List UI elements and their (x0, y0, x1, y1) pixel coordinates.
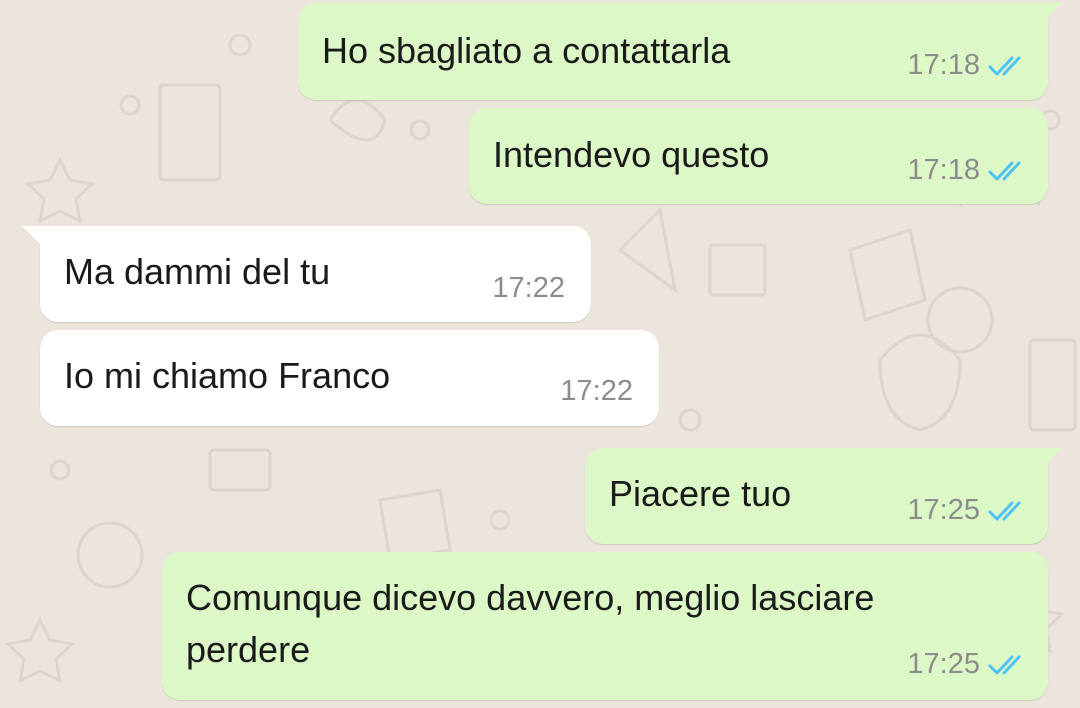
incoming-message[interactable]: Io mi chiamo Franco 17:22 (40, 330, 659, 426)
message-meta: 17:18 (907, 49, 1026, 82)
message-text: Comunque dicevo davvero, meglio lasciare… (186, 577, 875, 670)
message-text: Ma dammi del tu (64, 251, 331, 292)
incoming-message[interactable]: Ma dammi del tu 17:22 (22, 226, 591, 322)
message-text: Intendevo questo (493, 134, 770, 175)
double-check-icon (988, 501, 1021, 520)
message-meta: 17:22 (492, 272, 565, 305)
message-text: Piacere tuo (609, 473, 792, 514)
bubble-tail (1042, 3, 1062, 23)
message-text: Io mi chiamo Franco (64, 355, 391, 396)
message-meta: 17:25 (907, 494, 1026, 527)
outgoing-message[interactable]: Piacere tuo 17:25 (585, 448, 1062, 544)
message-meta: 17:18 (907, 154, 1026, 187)
outgoing-message[interactable]: Intendevo questo 17:18 (469, 108, 1048, 204)
outgoing-message[interactable]: Ho sbagliato a contattarla 17:18 (298, 3, 1062, 100)
double-check-icon (988, 655, 1021, 674)
bubble-tail (22, 226, 42, 246)
message-time: 17:22 (560, 375, 633, 407)
outgoing-message[interactable]: Comunque dicevo davvero, meglio lasciare… (162, 552, 1048, 700)
message-time: 17:25 (907, 494, 980, 526)
message-meta: 17:25 (907, 648, 1026, 681)
conversation: Ho sbagliato a contattarla 17:18 Intende… (0, 0, 1080, 708)
message-time: 17:18 (907, 154, 980, 186)
message-time: 17:18 (907, 49, 980, 81)
bubble-tail (1042, 448, 1062, 468)
message-time: 17:22 (492, 272, 565, 304)
message-time: 17:25 (907, 648, 980, 680)
double-check-icon (988, 56, 1021, 75)
message-text: Ho sbagliato a contattarla (322, 30, 731, 71)
double-check-icon (988, 161, 1021, 180)
message-meta: 17:22 (560, 375, 633, 408)
